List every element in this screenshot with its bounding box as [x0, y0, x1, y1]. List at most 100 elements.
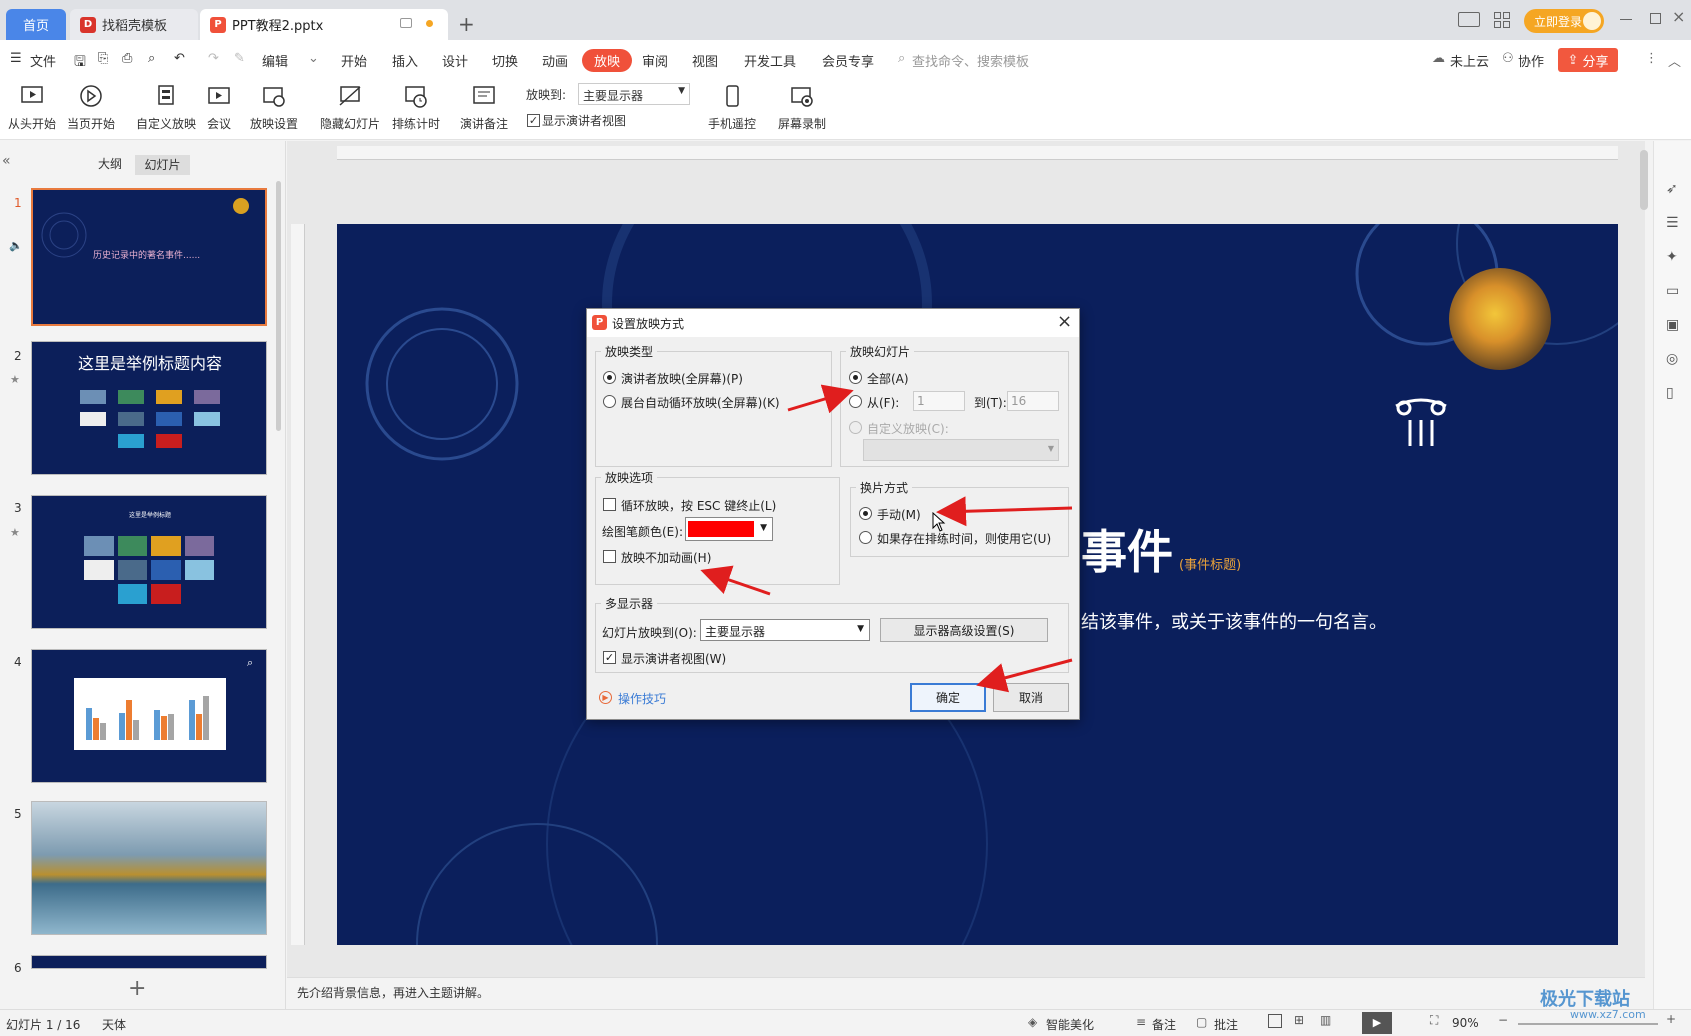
show-on-select[interactable]: 主要显示器 ▼: [578, 83, 690, 105]
slide-thumbnail-2[interactable]: 这里是举例标题内容: [31, 341, 267, 475]
collab-button[interactable]: 协作: [1518, 51, 1544, 70]
settings-sliders-icon[interactable]: ☰: [1666, 215, 1679, 231]
presenter-view-checkbox[interactable]: ✓: [527, 114, 540, 127]
print-icon[interactable]: ⎙: [122, 51, 132, 66]
manual-advance-radio[interactable]: [859, 507, 872, 520]
save-icon[interactable]: 🖫: [74, 51, 86, 75]
export-pdf-icon[interactable]: ⎘: [98, 51, 108, 66]
menu-design[interactable]: 设计: [442, 51, 468, 70]
cloud-status[interactable]: 未上云: [1450, 51, 1489, 70]
play-slideshow-icon[interactable]: ▶: [1362, 1012, 1392, 1034]
cancel-button[interactable]: 取消: [993, 683, 1069, 712]
menu-view[interactable]: 视图: [692, 51, 718, 70]
custom-show-button[interactable]: 自定义放映: [136, 84, 196, 132]
reading-view-icon[interactable]: ▥: [1320, 1013, 1331, 1027]
chevron-down-icon[interactable]: ⌄: [308, 51, 319, 66]
image-icon[interactable]: ▣: [1666, 317, 1679, 333]
slide-thumbnail-6[interactable]: [31, 955, 267, 969]
menu-insert[interactable]: 插入: [392, 51, 418, 70]
pen-color-picker[interactable]: ▼: [685, 517, 773, 541]
rocket-icon[interactable]: ➶: [1666, 181, 1678, 197]
normal-view-icon[interactable]: [1268, 1014, 1282, 1028]
menu-edit[interactable]: 编辑: [262, 51, 288, 70]
new-tab-icon[interactable]: +: [458, 12, 475, 36]
window-icon[interactable]: [400, 18, 412, 28]
menu-member[interactable]: 会员专享: [822, 51, 874, 70]
all-slides-radio[interactable]: [849, 371, 862, 384]
tips-link[interactable]: 操作技巧: [618, 690, 666, 707]
tab-slides[interactable]: 幻灯片: [135, 155, 190, 175]
format-painter-icon[interactable]: ✎: [234, 51, 245, 66]
add-slide-button[interactable]: +: [128, 976, 146, 1001]
zoom-level[interactable]: 90%: [1452, 1016, 1479, 1030]
menu-start[interactable]: 开始: [341, 51, 367, 70]
notes-toggle-button[interactable]: 备注: [1152, 1016, 1176, 1033]
presenter-radio[interactable]: [603, 371, 616, 384]
close-window-icon[interactable]: ×: [1672, 7, 1685, 26]
custom-show-radio[interactable]: [849, 421, 862, 434]
apps-grid-icon[interactable]: [1494, 12, 1510, 28]
menu-review[interactable]: 审阅: [642, 51, 668, 70]
slideshow-setup-button[interactable]: 放映设置: [250, 84, 298, 132]
collapse-ribbon-icon[interactable]: ︿: [1668, 51, 1681, 70]
menu-animation[interactable]: 动画: [542, 51, 568, 70]
phone-remote-button[interactable]: 手机遥控: [708, 84, 756, 132]
use-timings-radio[interactable]: [859, 531, 872, 544]
rehearse-timing-button[interactable]: 排练计时: [392, 84, 440, 132]
pin-icon[interactable]: ✦: [1666, 249, 1678, 265]
monitor-advanced-button[interactable]: 显示器高级设置(S): [880, 618, 1048, 642]
slide-thumbnail-5[interactable]: [31, 801, 267, 935]
undo-icon[interactable]: ↶: [174, 51, 185, 66]
comment-icon[interactable]: ▭: [1666, 283, 1679, 299]
more-icon[interactable]: ⋮: [1645, 51, 1658, 66]
tab-outline[interactable]: 大纲: [98, 155, 122, 172]
zoom-slider[interactable]: [1518, 1023, 1658, 1025]
panel-scrollbar[interactable]: [276, 181, 281, 431]
login-button[interactable]: 立即登录: [1524, 9, 1604, 33]
location-icon[interactable]: ◎: [1666, 351, 1678, 367]
hide-slide-button[interactable]: 隐藏幻灯片: [320, 84, 380, 132]
from-slide-radio[interactable]: [849, 395, 862, 408]
menu-developer[interactable]: 开发工具: [744, 51, 796, 70]
minimize-icon[interactable]: [1620, 19, 1632, 20]
from-current-button[interactable]: 当页开始: [67, 84, 115, 132]
custom-show-select[interactable]: ▼: [863, 439, 1059, 461]
presenter-view-checkbox[interactable]: ✓: [603, 651, 616, 664]
tab-home[interactable]: 首页: [6, 9, 66, 40]
hamburger-icon[interactable]: ☰: [10, 51, 22, 66]
screen-record-button[interactable]: 屏幕录制: [778, 84, 826, 132]
comment-toggle-button[interactable]: 批注: [1214, 1016, 1238, 1033]
theme-name[interactable]: 天体: [102, 1016, 126, 1033]
zoom-out-icon[interactable]: −: [1498, 1013, 1508, 1027]
redo-icon[interactable]: ↷: [208, 51, 219, 66]
collapse-panel-icon[interactable]: «: [2, 153, 11, 169]
speaker-notes-button[interactable]: 演讲备注: [460, 84, 508, 132]
canvas-scrollbar[interactable]: [1640, 150, 1648, 210]
zoom-in-icon[interactable]: +: [1666, 1012, 1676, 1026]
menu-file[interactable]: 文件: [30, 51, 56, 70]
share-button[interactable]: ⇪ 分享: [1558, 48, 1618, 72]
menu-slideshow[interactable]: 放映: [582, 49, 633, 72]
smart-beautify-button[interactable]: 智能美化: [1046, 1016, 1094, 1033]
book-icon[interactable]: ▯: [1666, 385, 1674, 401]
maximize-icon[interactable]: [1650, 13, 1661, 24]
from-slide-spinner[interactable]: 1: [913, 391, 965, 411]
monitor-select[interactable]: 主要显示器 ▼: [700, 619, 870, 641]
search-input[interactable]: 查找命令、搜索模板: [912, 51, 1029, 70]
notes-pane[interactable]: 先介绍背景信息，再进入主题讲解。: [287, 977, 1645, 1009]
menu-transition[interactable]: 切换: [492, 51, 518, 70]
fit-window-icon[interactable]: ⛶: [1430, 1013, 1438, 1028]
kiosk-radio[interactable]: [603, 395, 616, 408]
no-animation-checkbox[interactable]: [603, 550, 616, 563]
tab-template[interactable]: D 找稻壳模板: [70, 9, 198, 40]
loop-checkbox[interactable]: [603, 498, 616, 511]
slide-thumbnail-4[interactable]: ⌕: [31, 649, 267, 783]
to-slide-spinner[interactable]: 16: [1007, 391, 1059, 411]
print-preview-icon[interactable]: ⌕: [148, 51, 155, 66]
slide-thumbnail-3[interactable]: 这里是举例标题: [31, 495, 267, 629]
meeting-button[interactable]: 会议: [206, 84, 232, 132]
layout-icon[interactable]: [1458, 12, 1480, 27]
slide-thumbnail-1[interactable]: 历史记录中的著名事件......: [31, 188, 267, 326]
ok-button[interactable]: 确定: [910, 683, 986, 712]
slide-sorter-icon[interactable]: ⊞: [1294, 1013, 1304, 1027]
